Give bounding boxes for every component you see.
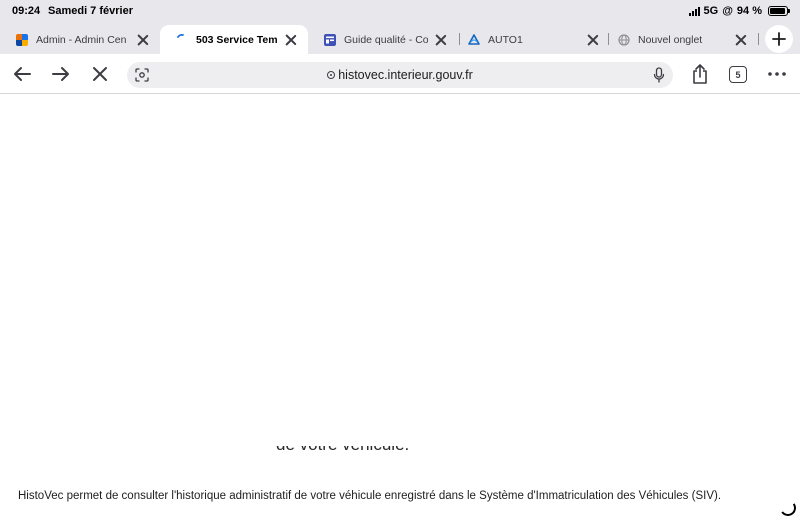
share-button[interactable] bbox=[688, 62, 712, 86]
site-info-icon[interactable] bbox=[327, 71, 336, 79]
url-text: histovec.interieur.gouv.fr bbox=[338, 68, 473, 82]
back-button[interactable] bbox=[10, 62, 34, 86]
tab-503-service[interactable]: 503 Service Tempo bbox=[160, 25, 308, 54]
share-icon bbox=[693, 64, 707, 84]
arrow-left-icon bbox=[14, 67, 31, 81]
intro-paragraph: HistoVec permet de consulter l'historiqu… bbox=[18, 490, 722, 502]
form-favicon-icon bbox=[324, 33, 336, 46]
new-tab-button[interactable] bbox=[765, 25, 793, 53]
more-dots-icon bbox=[768, 72, 786, 76]
url-display: histovec.interieur.gouv.fr bbox=[127, 68, 673, 82]
close-icon[interactable] bbox=[434, 33, 448, 47]
tab-bar: Admin - Admin Cen 503 Service Tempo Guid… bbox=[0, 22, 800, 54]
at-symbol: @ bbox=[722, 5, 733, 17]
loading-favicon-icon bbox=[177, 33, 184, 38]
forward-button[interactable] bbox=[49, 62, 73, 86]
status-time: 09:24 bbox=[12, 5, 41, 17]
battery-icon bbox=[768, 6, 790, 16]
tab-title: Admin - Admin Cen bbox=[36, 33, 127, 46]
web-page-content: de votre véhicule. HistoVec permet de co… bbox=[0, 95, 800, 525]
stop-loading-button[interactable] bbox=[88, 62, 112, 86]
status-indicators: 5G @ 94 % bbox=[688, 5, 790, 17]
blank-loading-area bbox=[0, 95, 800, 446]
battery-level-fill bbox=[770, 8, 786, 14]
tab-title: Nouvel onglet bbox=[638, 33, 703, 46]
plus-icon bbox=[772, 32, 786, 46]
tab-title: AUTO1 bbox=[488, 33, 523, 46]
tab-nouvel-onglet[interactable]: Nouvel onglet bbox=[602, 25, 758, 54]
tab-guide-qualite[interactable]: Guide qualité - Con bbox=[308, 25, 458, 54]
close-icon[interactable] bbox=[586, 33, 600, 47]
more-menu-button[interactable] bbox=[765, 62, 789, 86]
microphone-icon[interactable] bbox=[653, 67, 665, 83]
network-type: 5G bbox=[703, 5, 719, 17]
arrow-right-icon bbox=[52, 67, 69, 81]
status-date: Samedi 7 février bbox=[48, 5, 133, 17]
globe-icon bbox=[618, 33, 630, 46]
battery-percent: 94 % bbox=[736, 5, 762, 17]
tab-title: Guide qualité - Con bbox=[344, 33, 428, 46]
squares-favicon-icon bbox=[16, 33, 28, 46]
browser-toolbar: histovec.interieur.gouv.fr 5 bbox=[0, 54, 800, 94]
auto1-favicon-icon bbox=[468, 33, 480, 45]
close-icon[interactable] bbox=[284, 33, 298, 47]
tab-title: 503 Service Tempo bbox=[196, 33, 278, 46]
status-bar: 09:24 Samedi 7 février 5G @ 94 % bbox=[0, 0, 800, 22]
close-icon[interactable] bbox=[734, 33, 748, 47]
tab-separator bbox=[758, 33, 759, 45]
cellular-signal-icon bbox=[688, 6, 700, 16]
close-icon[interactable] bbox=[136, 33, 150, 47]
tab-switcher-button[interactable]: 5 bbox=[729, 66, 747, 83]
tab-auto1[interactable]: AUTO1 bbox=[452, 25, 610, 54]
address-bar[interactable]: histovec.interieur.gouv.fr bbox=[127, 62, 673, 88]
close-icon bbox=[93, 67, 107, 81]
tab-admin[interactable]: Admin - Admin Cen bbox=[0, 25, 160, 54]
loading-spinner-icon bbox=[778, 498, 798, 518]
